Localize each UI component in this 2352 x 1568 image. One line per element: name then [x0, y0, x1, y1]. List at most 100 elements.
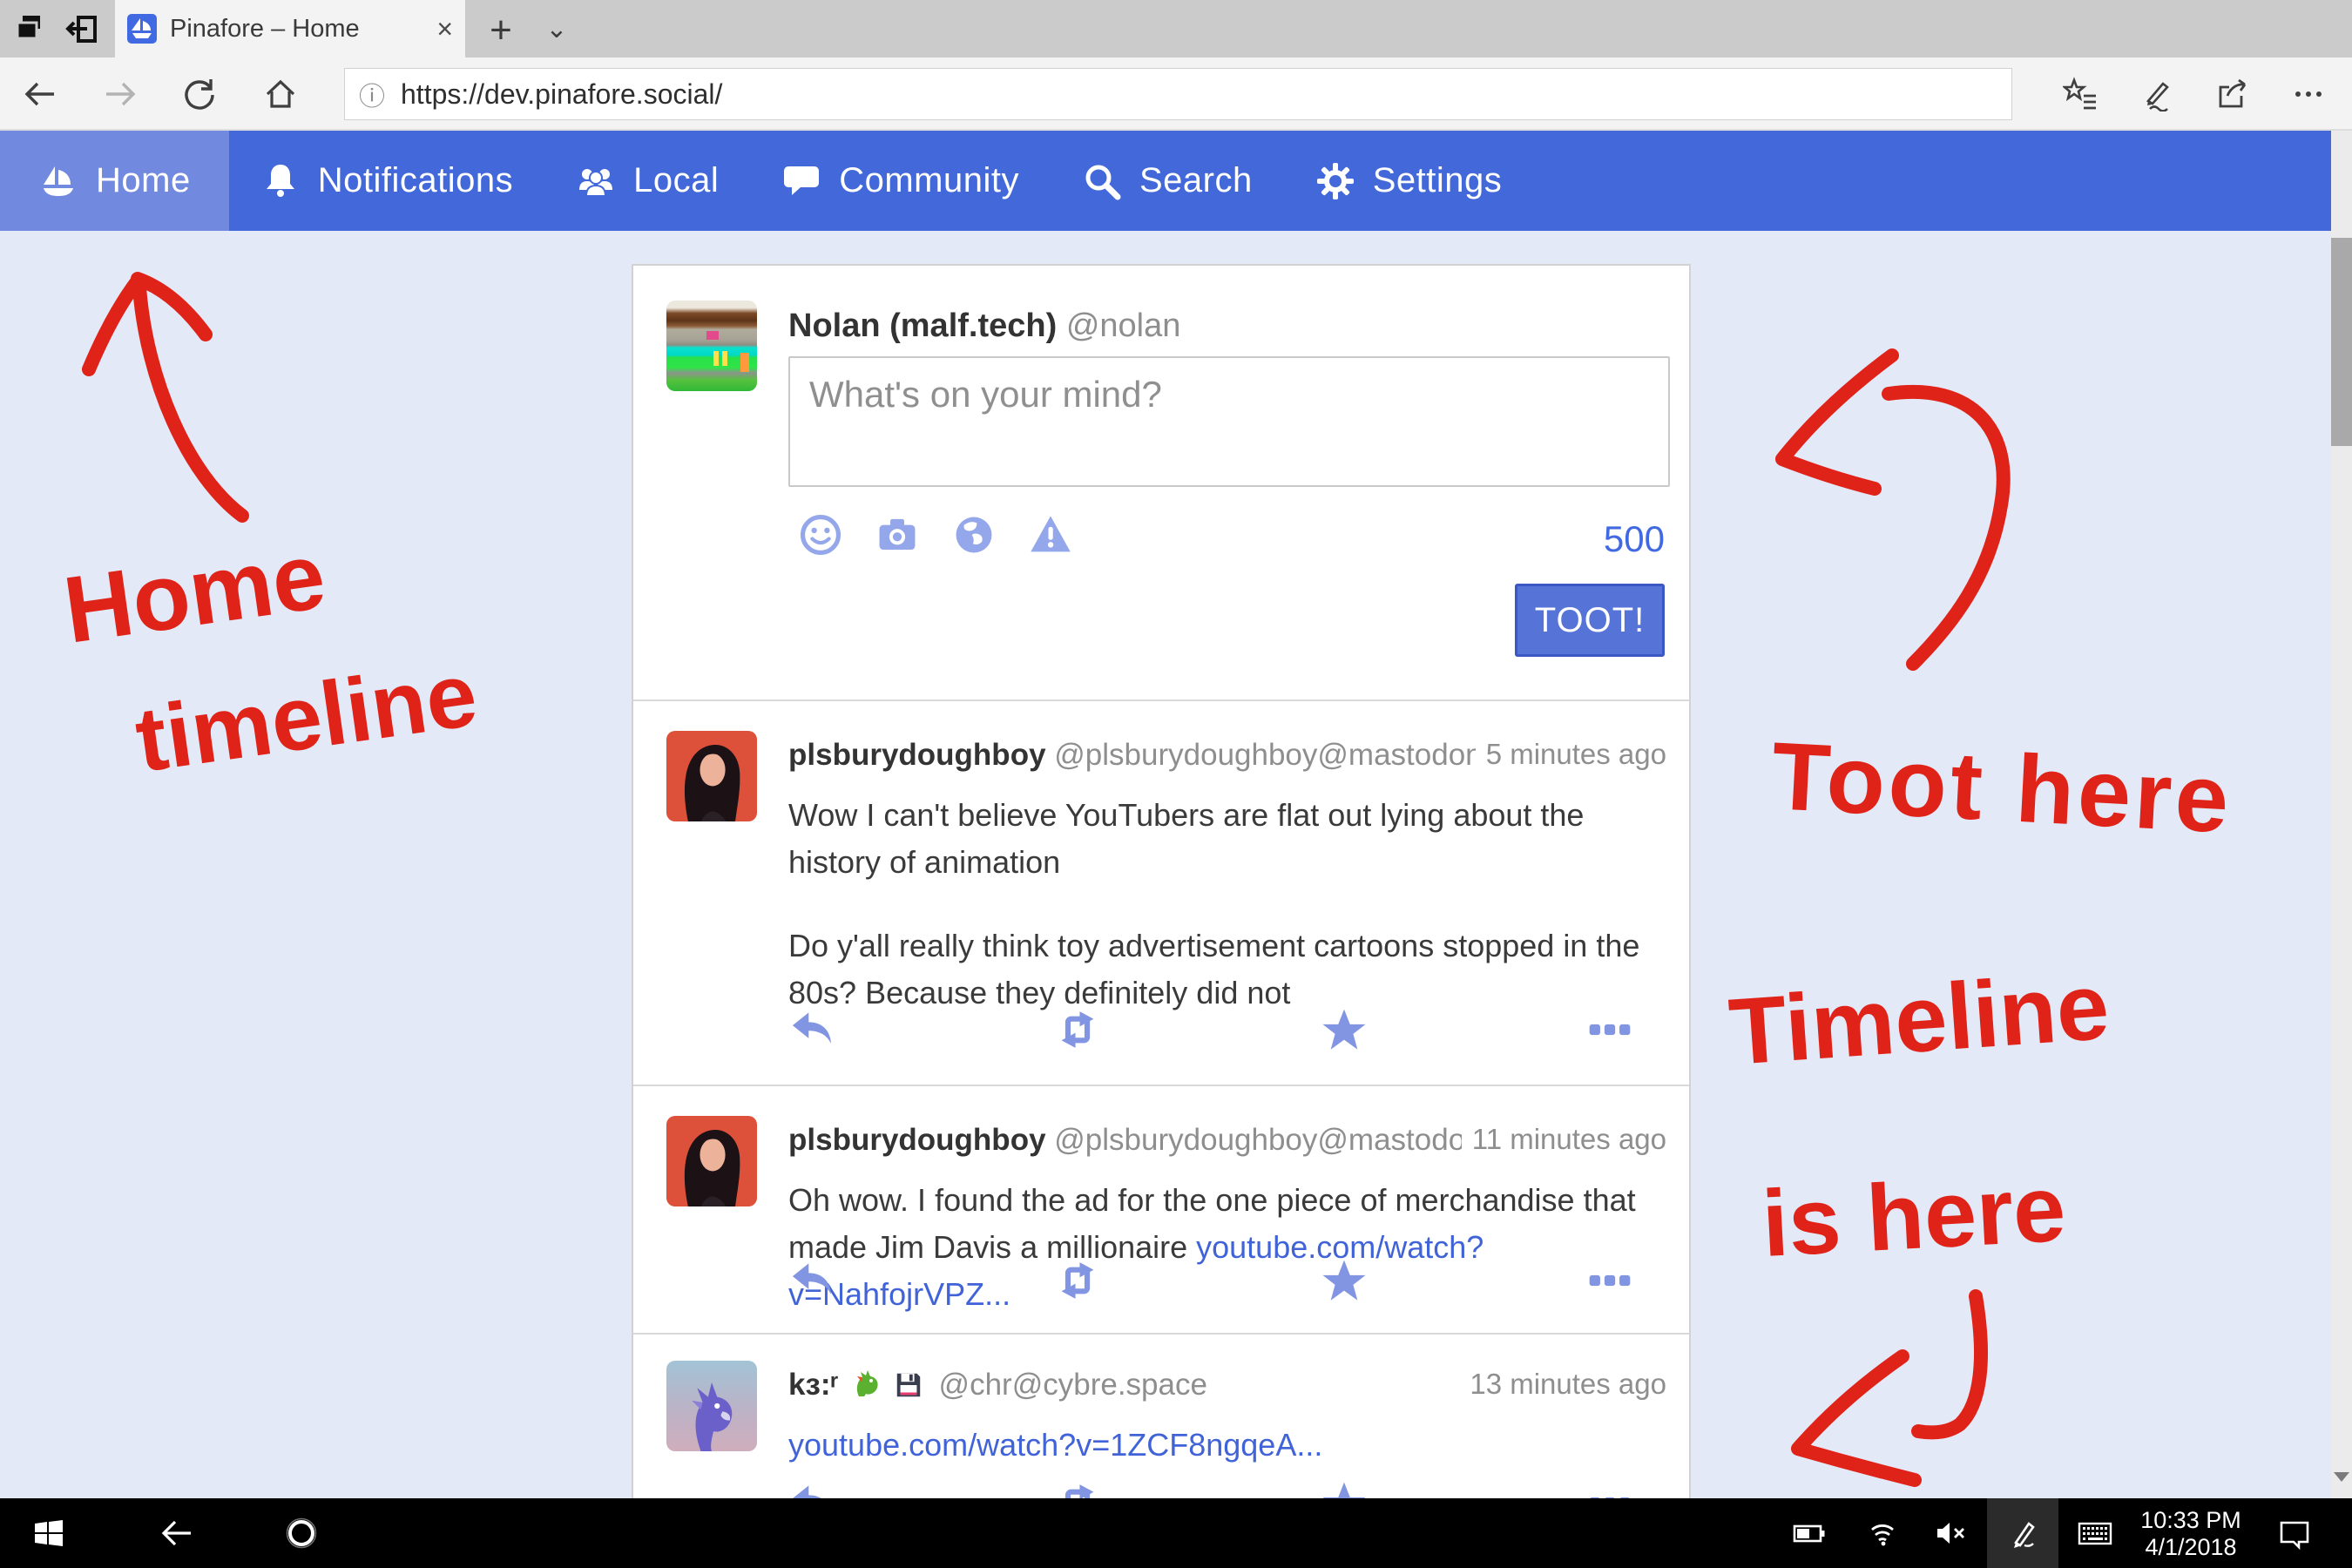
- compose-handle: @nolan: [1066, 308, 1181, 344]
- compose-toolbar: [799, 513, 1072, 557]
- tab-title: Pinafore – Home: [170, 15, 428, 44]
- nav-label: Search: [1139, 161, 1253, 200]
- compose-input[interactable]: [788, 356, 1670, 487]
- reply-icon[interactable]: [788, 1008, 835, 1051]
- site-info-icon[interactable]: ⓘ: [359, 75, 385, 113]
- post-timestamp[interactable]: 11 minutes ago: [1462, 1123, 1666, 1156]
- post-avatar[interactable]: [666, 1361, 757, 1451]
- nav-label: Home: [96, 161, 191, 200]
- nav-label: Notifications: [318, 161, 513, 200]
- pen-icon: [2005, 1516, 2040, 1551]
- favorite-star-icon[interactable]: [1321, 1259, 1368, 1302]
- refresh-icon[interactable]: [182, 77, 217, 112]
- clock-date: 4/1/2018: [2134, 1534, 2247, 1561]
- post-link[interactable]: youtube.com/watch?v=1ZCF8ngqeA...: [788, 1427, 1322, 1463]
- nav-item-local[interactable]: Local: [544, 131, 750, 231]
- post-timestamp[interactable]: 5 minutes ago: [1476, 738, 1666, 771]
- post-handle: @plsburydoughboy@mastodon.s...: [1054, 1123, 1531, 1157]
- chat-icon: [781, 161, 821, 201]
- clock-time: 10:33 PM: [2134, 1507, 2247, 1534]
- scrollbar-thumb[interactable]: [2331, 238, 2352, 446]
- nav-label: Community: [839, 161, 1019, 200]
- timeline-column: Nolan (malf.tech) @nolan: [632, 264, 1691, 1568]
- compose-box: Nolan (malf.tech) @nolan: [633, 266, 1689, 700]
- compose-display-name: Nolan (malf.tech): [788, 308, 1057, 344]
- post-body: youtube.com/watch?v=1ZCF8ngqeA...: [788, 1422, 1672, 1469]
- url-bar[interactable]: ⓘ https://dev.pinafore.social/: [344, 68, 2012, 120]
- boost-icon[interactable]: [1054, 1008, 1101, 1051]
- back-icon[interactable]: [23, 77, 57, 112]
- taskbar-clock[interactable]: 10:33 PM 4/1/2018: [2134, 1507, 2247, 1561]
- annotation-arrow-timeline-head: [1798, 1356, 1915, 1480]
- windows-ink-button[interactable]: [1987, 1498, 2058, 1568]
- start-button-icon[interactable]: [31, 1516, 66, 1551]
- nav-item-community[interactable]: Community: [750, 131, 1051, 231]
- taskbar-back-icon[interactable]: [159, 1516, 194, 1551]
- browser-titlebar: Pinafore – Home × + ⌄: [0, 0, 2352, 57]
- compose-avatar[interactable]: [666, 301, 757, 391]
- nav-item-settings[interactable]: Settings: [1284, 131, 1534, 231]
- scrollbar-down-arrow[interactable]: [2334, 1472, 2349, 1482]
- post-display-name[interactable]: kз:ʳ: [788, 1368, 838, 1402]
- more-options-icon[interactable]: [2291, 77, 2326, 112]
- share-icon[interactable]: [2215, 77, 2250, 112]
- action-center-icon[interactable]: [2277, 1516, 2312, 1551]
- annotation-home-line1: Home: [57, 522, 331, 663]
- post-display-name[interactable]: plsburydoughboy: [788, 1123, 1046, 1157]
- reply-icon[interactable]: [788, 1259, 835, 1302]
- annotation-arrow-home-head: [138, 279, 206, 335]
- tab-close-icon[interactable]: ×: [436, 15, 453, 43]
- wifi-icon[interactable]: [1865, 1516, 1900, 1551]
- glitch-bar: [722, 351, 727, 366]
- forward-icon[interactable]: [103, 77, 138, 112]
- toot-button[interactable]: TOOT!: [1515, 584, 1665, 657]
- timeline-post: plsburydoughboy @plsburydoughboy@mastodo…: [633, 700, 1689, 1085]
- more-actions-icon[interactable]: [1586, 1259, 1633, 1302]
- glitch-pixel: [740, 353, 749, 372]
- post-display-name[interactable]: plsburydoughboy: [788, 738, 1046, 772]
- browser-tab[interactable]: Pinafore – Home ×: [115, 0, 465, 57]
- home-icon[interactable]: [263, 77, 298, 112]
- page-scrollbar[interactable]: [2331, 131, 2352, 1498]
- nav-item-home[interactable]: Home: [0, 131, 229, 231]
- touch-keyboard-icon[interactable]: [2078, 1516, 2112, 1551]
- post-paragraph: Do y'all really think toy advertisement …: [788, 923, 1672, 1017]
- nav-item-search[interactable]: Search: [1051, 131, 1284, 231]
- content-warning-icon[interactable]: [1029, 513, 1072, 557]
- emoji-icon[interactable]: [799, 513, 842, 557]
- tab-list-chevron-icon[interactable]: ⌄: [537, 14, 577, 44]
- annotation-arrow-toot: [1889, 392, 2004, 664]
- hub-favorites-icon[interactable]: [2063, 77, 2098, 112]
- post-timestamp[interactable]: 13 minutes ago: [1459, 1368, 1666, 1401]
- pinafore-nav: Home Notifications Local Community: [0, 131, 2331, 231]
- search-icon: [1082, 161, 1122, 201]
- tabs-preview-icon[interactable]: [12, 12, 47, 47]
- annotation-arrow-timeline: [1918, 1296, 1981, 1432]
- post-avatar[interactable]: [666, 731, 757, 821]
- post-avatar[interactable]: [666, 1116, 757, 1206]
- set-tabs-aside-icon[interactable]: [64, 12, 99, 47]
- more-actions-icon[interactable]: [1586, 1008, 1633, 1051]
- floppy-disk-emoji: [894, 1370, 923, 1400]
- camera-media-icon[interactable]: [875, 513, 919, 557]
- nav-label: Settings: [1373, 161, 1503, 200]
- annotation-arrow-toot-head: [1782, 355, 1892, 489]
- glitch-pixel: [706, 331, 719, 340]
- web-note-pen-icon[interactable]: [2141, 77, 2176, 112]
- cortana-icon[interactable]: [284, 1516, 319, 1551]
- people-icon: [576, 161, 616, 201]
- nav-item-notifications[interactable]: Notifications: [229, 131, 544, 231]
- post-actions: [788, 1008, 1633, 1051]
- screen: Pinafore – Home × + ⌄ ⓘ https://dev.pina…: [0, 0, 2352, 1568]
- battery-icon[interactable]: [1792, 1516, 1827, 1551]
- pinafore-favicon: [127, 14, 157, 44]
- volume-muted-icon[interactable]: [1934, 1516, 1969, 1551]
- new-tab-button[interactable]: +: [481, 9, 521, 52]
- gear-icon: [1315, 161, 1355, 201]
- annotation-timeline-line1: Timeline: [1726, 953, 2112, 1085]
- favorite-star-icon[interactable]: [1321, 1008, 1368, 1051]
- annotation-toot-here: Toot here: [1769, 722, 2235, 854]
- globe-privacy-icon[interactable]: [952, 513, 996, 557]
- boost-icon[interactable]: [1054, 1259, 1101, 1302]
- compose-user: Nolan (malf.tech) @nolan: [788, 308, 1180, 345]
